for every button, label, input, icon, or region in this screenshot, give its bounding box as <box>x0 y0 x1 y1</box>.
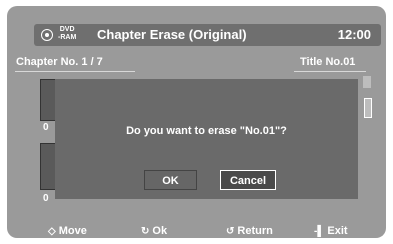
footer-move-label: Move <box>58 225 87 237</box>
exit-icon: -▌ <box>314 225 325 237</box>
footer-ok: ↻ Ok <box>141 225 167 237</box>
title-bar: DVD -RAM Chapter Erase (Original) 12:00 <box>34 24 381 46</box>
dvd-ram-badge: DVD -RAM <box>58 26 76 42</box>
selection-box <box>364 98 372 118</box>
title-number: Title No.01 <box>300 56 356 68</box>
footer-bar: ◇ Move ↻ Ok ↺ Return -▌ Exit <box>7 220 386 238</box>
chapter-number: Chapter No. 1 / 7 <box>16 56 103 68</box>
dialog-message: Do you want to erase "No.01"? <box>126 125 287 137</box>
footer-return: ↺ Return <box>226 225 273 237</box>
thumbnail-number: 0 <box>43 122 49 133</box>
underline-left <box>15 71 135 72</box>
footer-return-label: Return <box>237 225 273 237</box>
footer-exit-label: Exit <box>327 225 348 237</box>
underline-right <box>294 71 366 72</box>
confirm-dialog: Do you want to erase "No.01"? OK Cancel <box>55 79 358 199</box>
dvd-label-line1: DVD <box>59 26 75 33</box>
enter-icon: ↻ <box>141 225 150 237</box>
osd-screen: DVD -RAM Chapter Erase (Original) 12:00 … <box>7 6 386 238</box>
disc-icon <box>41 29 53 41</box>
dvd-label-line2: -RAM <box>58 34 77 41</box>
move-arrows-icon: ◇ <box>48 225 56 237</box>
thumbnail-number: 0 <box>43 193 49 204</box>
scroll-indicator <box>363 76 371 88</box>
clock: 12:00 <box>337 27 371 42</box>
footer-move: ◇ Move <box>48 225 87 237</box>
ok-button[interactable]: OK <box>144 170 197 190</box>
footer-ok-label: Ok <box>152 225 168 237</box>
return-icon: ↺ <box>226 225 235 237</box>
cancel-button[interactable]: Cancel <box>220 170 276 190</box>
page-title: Chapter Erase (Original) <box>97 27 247 42</box>
footer-exit: -▌ Exit <box>314 225 348 237</box>
